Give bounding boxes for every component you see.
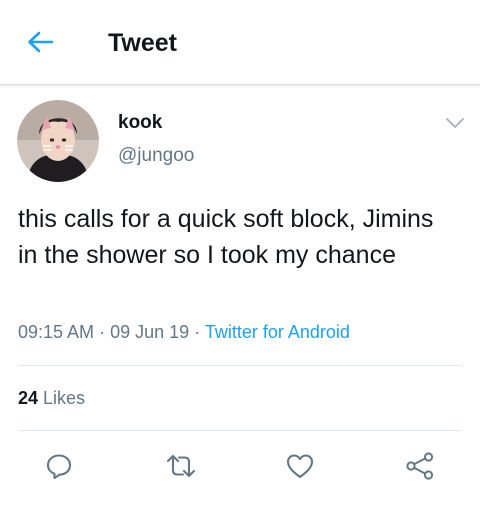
chevron-down-icon	[446, 118, 464, 128]
tweet-date: 09 Jun 19	[110, 322, 190, 342]
tweet-source-link[interactable]: Twitter for Android	[205, 322, 350, 342]
back-button[interactable]	[24, 28, 56, 56]
divider	[18, 430, 462, 431]
tweet-time: 09:15 AM	[18, 322, 95, 342]
like-button[interactable]	[282, 448, 318, 484]
reply-button[interactable]	[41, 448, 77, 484]
author-handle[interactable]: @jungoo	[118, 144, 194, 168]
retweet-button[interactable]	[163, 448, 199, 484]
arrow-left-icon	[28, 31, 54, 53]
author-name[interactable]: kook	[118, 111, 162, 135]
page-title: Tweet	[108, 29, 177, 57]
tweet-text: this calls for a quick soft block, Jimin…	[18, 205, 434, 269]
more-options-button[interactable]	[443, 112, 467, 134]
share-button[interactable]	[402, 448, 438, 484]
reply-icon	[46, 454, 72, 480]
likes-label: Likes	[43, 388, 86, 408]
meta-separator: ·	[99, 322, 106, 342]
tweet-metadata: 09:15 AM · 09 Jun 19 · Twitter for Andro…	[18, 320, 350, 344]
app-header: Tweet	[0, 0, 480, 85]
divider	[18, 365, 462, 366]
profile-photo	[17, 100, 99, 182]
share-icon	[406, 452, 434, 480]
meta-separator: ·	[194, 322, 201, 342]
heart-icon	[286, 454, 314, 479]
likes-link[interactable]: 24 Likes	[18, 386, 85, 410]
retweet-icon	[166, 454, 196, 478]
likes-count: 24	[18, 388, 39, 408]
avatar[interactable]	[17, 100, 99, 182]
